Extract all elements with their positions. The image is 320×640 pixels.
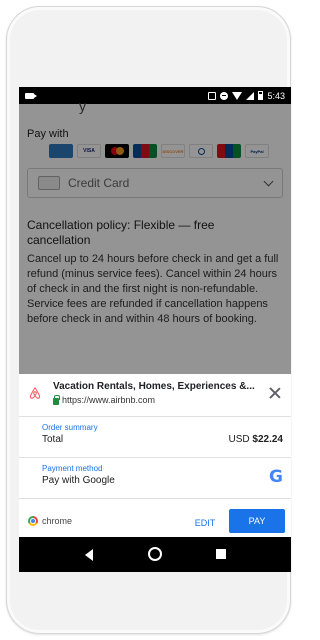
- signal-icon: [246, 91, 255, 100]
- google-logo-icon: G: [269, 467, 283, 487]
- sheet-footer: chrome EDIT PAY: [19, 507, 291, 537]
- payment-request-sheet: Vacation Rentals, Homes, Experiences &..…: [19, 374, 291, 537]
- edit-button[interactable]: EDIT: [185, 515, 225, 531]
- recents-icon[interactable]: [216, 549, 226, 559]
- total-amount: USD $22.24: [229, 434, 284, 445]
- divider: [19, 416, 291, 417]
- merchant-url: https://www.airbnb.com: [53, 394, 156, 405]
- status-time: 5:43: [267, 90, 285, 101]
- chrome-logo-icon: [28, 516, 38, 526]
- wifi-icon: [232, 91, 243, 100]
- video-camera-icon: [25, 92, 37, 99]
- close-icon[interactable]: [268, 386, 282, 400]
- airbnb-logo-icon: [29, 387, 41, 399]
- phone-screen: 5:43 y Pay with VISA DISCOVER PayPal Cre…: [19, 87, 291, 572]
- payment-method-label: Payment method: [42, 464, 103, 473]
- home-icon[interactable]: [148, 547, 162, 561]
- navigation-bar: [19, 537, 291, 572]
- merchant-header: Vacation Rentals, Homes, Experiences &..…: [19, 374, 291, 416]
- divider: [19, 498, 291, 499]
- pay-button[interactable]: PAY: [229, 509, 285, 533]
- phone-frame: 5:43 y Pay with VISA DISCOVER PayPal Cre…: [6, 6, 291, 634]
- scrim-overlay[interactable]: [19, 104, 291, 374]
- cast-icon: [208, 91, 217, 100]
- battery-icon: [258, 91, 264, 100]
- divider: [19, 457, 291, 458]
- payment-method-value: Pay with Google: [42, 475, 115, 486]
- total-value: $22.24: [252, 434, 283, 445]
- do-not-disturb-icon: [220, 91, 229, 100]
- merchant-url-text: https://www.airbnb.com: [62, 395, 156, 405]
- lock-icon: [53, 394, 60, 405]
- order-summary-label: Order summary: [42, 423, 98, 432]
- merchant-title: Vacation Rentals, Homes, Experiences &..…: [53, 381, 255, 392]
- back-icon[interactable]: [85, 549, 93, 561]
- total-label: Total: [42, 434, 64, 445]
- browser-label: chrome: [42, 516, 73, 526]
- status-bar: 5:43: [19, 87, 291, 104]
- total-currency: USD: [228, 434, 250, 445]
